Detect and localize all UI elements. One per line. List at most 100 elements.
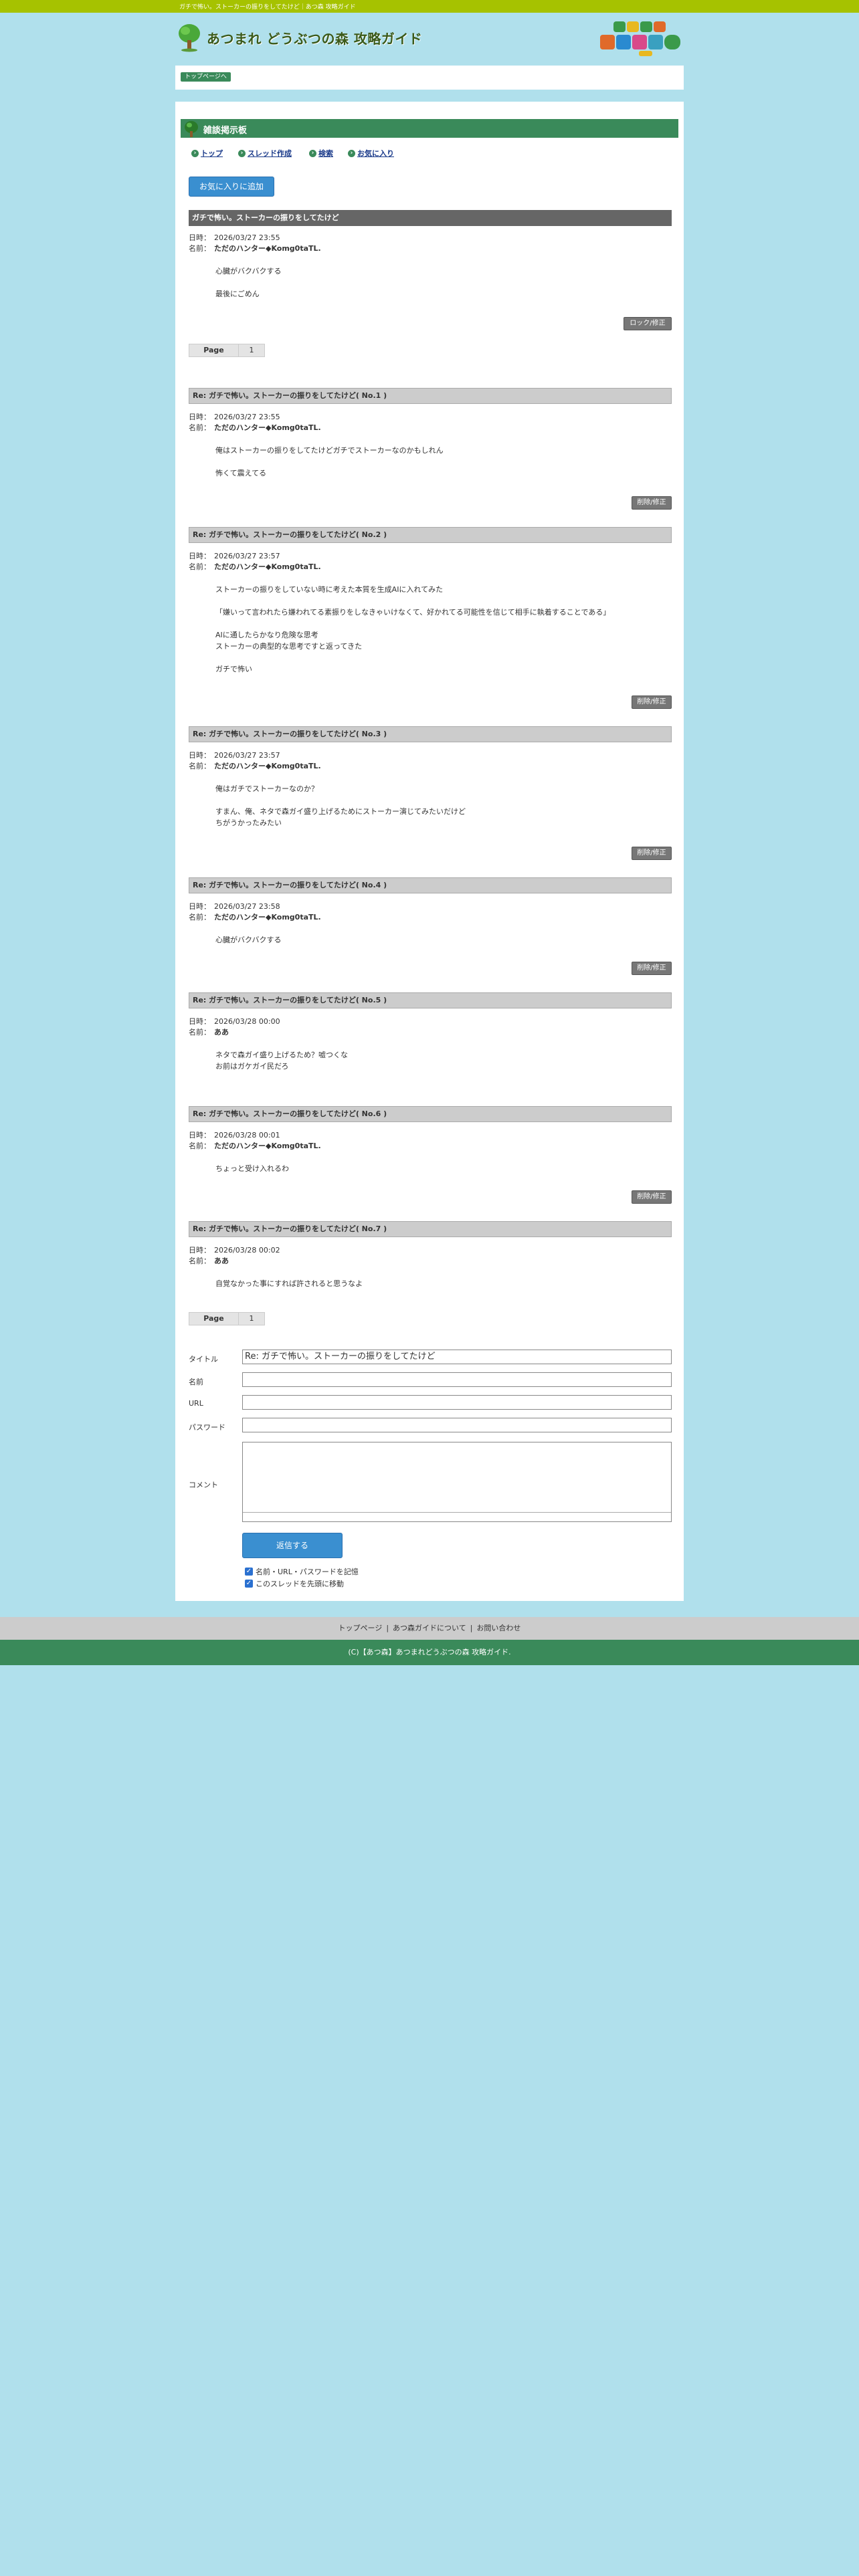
thread-author: ただのハンター◆Komg0taTL. — [214, 244, 321, 253]
main-content: 雑談掲示板 › トップ › スレッド作成 › 検索 › お気に入り お気に入りに… — [175, 102, 684, 1601]
reply-author: ただのハンター◆Komg0taTL. — [214, 562, 321, 571]
password-input[interactable] — [242, 1418, 672, 1432]
nav-favorites-label[interactable]: お気に入り — [357, 148, 394, 158]
reply-author: ただのハンター◆Komg0taTL. — [214, 762, 321, 770]
arrow-right-icon: › — [238, 149, 246, 157]
title-input[interactable]: Re: ガチで怖い。ストーカーの振りをしてたけど — [242, 1350, 672, 1364]
arrow-right-icon: › — [348, 149, 355, 157]
reply-body: 俺はガチでストーカーなのか？ すまん、俺、ネタで森ガイ盛り上げるためにストーカー… — [215, 784, 466, 827]
comment-textarea[interactable] — [242, 1442, 672, 1522]
password-label: パスワード — [189, 1423, 225, 1432]
checkmark-icon[interactable]: ✓ — [245, 1580, 253, 1588]
pager-label: Page — [189, 344, 239, 356]
reply-meta: 日時： 2026/03/27 23:57 名前： ただのハンター◆Komg0taTL… — [189, 751, 321, 770]
reply-author: ただのハンター◆Komg0taTL. — [214, 913, 321, 922]
reply-author: ああ — [214, 1257, 229, 1265]
remember-label: 名前・URL・パスワードを記憶 — [256, 1568, 359, 1576]
arrow-right-icon: › — [191, 149, 199, 157]
url-label: URL — [189, 1399, 203, 1408]
section-header: 雑談掲示板 — [181, 119, 678, 138]
site-title[interactable]: あつまれ どうぶつの森 攻略ガイド — [207, 28, 422, 47]
reply-body: 自覚なかった事にすれば許されると思うなよ — [215, 1279, 363, 1288]
thread-meta: 日時： 2026/03/27 23:55 名前： ただのハンター◆Komg0taTL… — [189, 233, 321, 253]
tree-icon — [185, 121, 198, 137]
reply-title: Re: ガチで怖い。ストーカーの振りをしてたけど( No.6 ) — [189, 1106, 672, 1122]
pager-bottom: Page 1 — [189, 1312, 265, 1325]
delete-edit-button[interactable]: 削除/修正 — [632, 496, 672, 510]
nav-create-thread[interactable]: › スレッド作成 — [238, 148, 292, 158]
footer-link-about[interactable]: あつ森ガイドについて — [393, 1624, 466, 1632]
reply-date: 2026/03/27 23:57 — [214, 751, 280, 760]
reply-body: ちょっと受け入れるわ — [215, 1164, 289, 1173]
name-label: 名前 — [189, 1378, 203, 1386]
delete-edit-button[interactable]: 削除/修正 — [632, 962, 672, 975]
thread-date: 2026/03/27 23:55 — [214, 233, 280, 242]
url-input[interactable] — [242, 1395, 672, 1410]
acnh-logo-icon — [600, 21, 680, 56]
reply-meta: 日時： 2026/03/27 23:58 名前： ただのハンター◆Komg0taTL… — [189, 902, 321, 922]
reply-body: ストーカーの振りをしていない時に考えた本質を生成AIに入れてみた 「嫌いって言わ… — [215, 585, 611, 673]
reply-title: Re: ガチで怖い。ストーカーの振りをしてたけど( No.2 ) — [189, 527, 672, 543]
reply-author: ああ — [214, 1028, 229, 1037]
reply-meta: 日時： 2026/03/28 00:00 名前： ああ — [189, 1017, 280, 1037]
pager-label: Page — [189, 1313, 239, 1325]
nav-favorites[interactable]: › お気に入り — [348, 148, 394, 158]
move-top-checkbox[interactable]: ✓ このスレッドを先頭に移動 — [245, 1578, 344, 1589]
reply-date: 2026/03/28 00:01 — [214, 1131, 280, 1140]
tree-icon — [179, 24, 200, 52]
reply-body: 心臓がバクバクする — [215, 936, 282, 944]
reply-body: 俺はストーカーの振りをしてたけどガチでストーカーなのかもしれん 怖くて震えてる — [215, 446, 444, 477]
reply-title: Re: ガチで怖い。ストーカーの振りをしてたけど( No.1 ) — [189, 388, 672, 404]
reply-body: ネタで森ガイ盛り上げるため？嘘つくな お前はガケガイ民だろ — [215, 1051, 348, 1071]
nav-search[interactable]: › 検索 — [309, 148, 333, 158]
footer-copyright: (C)【あつ森】あつまれどうぶつの森 攻略ガイド. — [0, 1640, 859, 1665]
footer-links: トップページ | あつ森ガイドについて | お問い合わせ — [0, 1617, 859, 1640]
checkmark-icon[interactable]: ✓ — [245, 1568, 253, 1576]
reply-meta: 日時： 2026/03/28 00:02 名前： ああ — [189, 1246, 280, 1265]
pager-page-1[interactable]: 1 — [239, 1313, 264, 1325]
reply-title: Re: ガチで怖い。ストーカーの振りをしてたけど( No.3 ) — [189, 726, 672, 742]
reply-date: 2026/03/28 00:00 — [214, 1017, 280, 1026]
reply-date: 2026/03/27 23:57 — [214, 552, 280, 560]
pager-page-1[interactable]: 1 — [239, 344, 264, 356]
breadcrumb: トップページへ — [175, 66, 684, 90]
reply-submit-button[interactable]: 返信する — [242, 1533, 343, 1558]
breadcrumb-top-link[interactable]: トップページへ — [181, 72, 231, 82]
nav-top-label[interactable]: トップ — [201, 148, 223, 158]
reply-meta: 日時： 2026/03/28 00:01 名前： ただのハンター◆Komg0taTL… — [189, 1131, 321, 1150]
move-top-label: このスレッドを先頭に移動 — [256, 1580, 344, 1588]
section-title: 雑談掲示板 — [203, 126, 248, 136]
add-favorite-button[interactable]: お気に入りに追加 — [189, 177, 274, 197]
site-header: あつまれ どうぶつの森 攻略ガイド — [176, 17, 683, 62]
top-bar: ガチで怖い。ストーカーの振りをしてたけど｜あつ森 攻略ガイド — [0, 0, 859, 13]
delete-edit-button[interactable]: 削除/修正 — [632, 847, 672, 860]
lock-edit-button[interactable]: ロック/修正 — [624, 317, 672, 330]
thread-body: 心臓がバクバクする 最後にごめん — [215, 267, 282, 298]
nav-top[interactable]: › トップ — [191, 148, 223, 158]
reply-date: 2026/03/27 23:58 — [214, 902, 280, 911]
reply-date: 2026/03/28 00:02 — [214, 1246, 280, 1255]
reply-date: 2026/03/27 23:55 — [214, 413, 280, 421]
name-input[interactable] — [242, 1372, 672, 1387]
footer-separator: | — [470, 1624, 473, 1632]
title-label: タイトル — [189, 1355, 218, 1364]
thread-title: ガチで怖い。ストーカーの振りをしてたけど — [189, 210, 672, 226]
reply-title: Re: ガチで怖い。ストーカーの振りをしてたけど( No.7 ) — [189, 1221, 672, 1237]
nav-create-thread-label[interactable]: スレッド作成 — [248, 148, 292, 158]
nav-search-label[interactable]: 検索 — [318, 148, 333, 158]
reply-title: Re: ガチで怖い。ストーカーの振りをしてたけど( No.5 ) — [189, 992, 672, 1008]
reply-meta: 日時： 2026/03/27 23:57 名前： ただのハンター◆Komg0taTL… — [189, 552, 321, 571]
delete-edit-button[interactable]: 削除/修正 — [632, 695, 672, 709]
reply-meta: 日時： 2026/03/27 23:55 名前： ただのハンター◆Komg0taTL… — [189, 413, 321, 432]
horizontal-scrollbar[interactable] — [243, 1512, 671, 1521]
pager-top: Page 1 — [189, 344, 265, 357]
delete-edit-button[interactable]: 削除/修正 — [632, 1190, 672, 1204]
reply-author: ただのハンター◆Komg0taTL. — [214, 423, 321, 432]
footer-link-contact[interactable]: お問い合わせ — [476, 1624, 520, 1632]
footer-separator: | — [386, 1624, 389, 1632]
remember-checkbox[interactable]: ✓ 名前・URL・パスワードを記憶 — [245, 1566, 359, 1577]
reply-author: ただのハンター◆Komg0taTL. — [214, 1142, 321, 1150]
reply-title: Re: ガチで怖い。ストーカーの振りをしてたけど( No.4 ) — [189, 877, 672, 893]
arrow-right-icon: › — [309, 149, 316, 157]
footer-link-top[interactable]: トップページ — [339, 1624, 383, 1632]
